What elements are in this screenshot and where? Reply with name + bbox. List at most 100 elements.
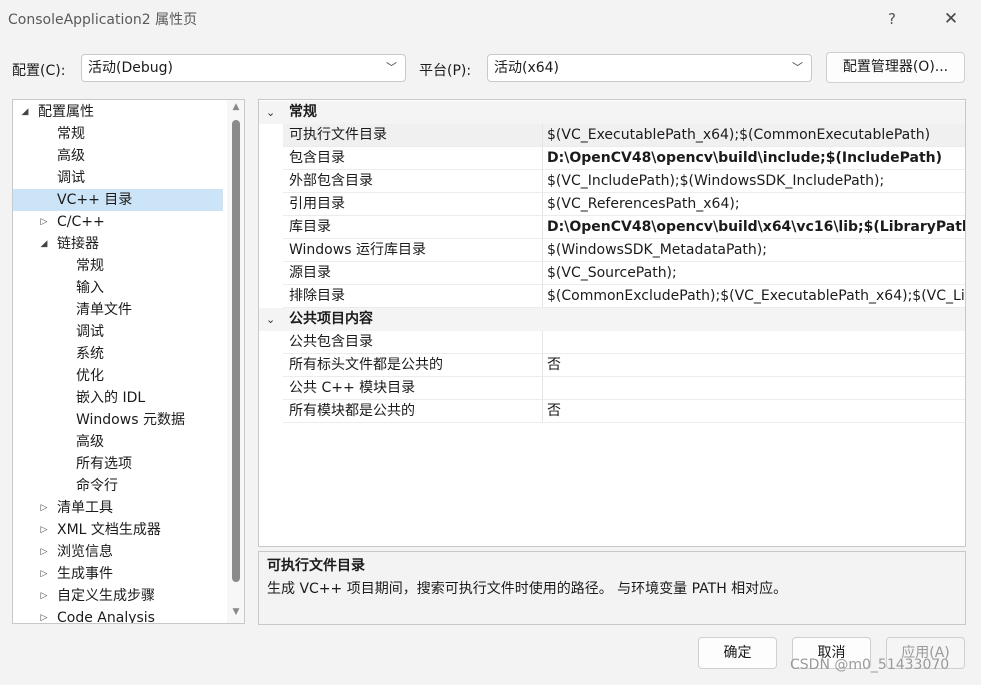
tree-item[interactable]: 高级 — [13, 145, 223, 167]
watermark: CSDN @m0_51433070 — [790, 657, 950, 673]
tree-item[interactable]: 优化 — [13, 365, 223, 387]
collapsed-arrow-icon[interactable]: ▷ — [38, 497, 50, 519]
tree-item-label: 嵌入的 IDL — [76, 390, 146, 406]
scroll-down-icon[interactable]: ▼ — [227, 607, 244, 617]
tree-item-label: 配置属性 — [38, 104, 94, 120]
scroll-thumb[interactable] — [232, 120, 240, 582]
config-manager-button[interactable]: 配置管理器(O)... — [826, 52, 965, 83]
property-value[interactable]: $(VC_ReferencesPath_x64); — [547, 193, 965, 216]
tree-item[interactable]: ▷ C/C++ — [13, 211, 223, 233]
expanded-arrow-icon[interactable]: ◢ — [38, 233, 50, 255]
collapsed-arrow-icon[interactable]: ▷ — [38, 607, 50, 623]
tree-item-label: Code Analysis — [57, 610, 155, 624]
tree-item[interactable]: ◢ 链接器 — [13, 233, 223, 255]
property-value[interactable]: 否 — [547, 354, 965, 377]
window-title: ConsoleApplication2 属性页 — [8, 12, 198, 28]
config-dropdown[interactable]: 活动(Debug) ﹀ — [81, 54, 406, 82]
config-dropdown-value: 活动(Debug) — [88, 60, 173, 76]
platform-dropdown[interactable]: 活动(x64) ﹀ — [487, 54, 812, 82]
property-value[interactable]: $(VC_SourcePath); — [547, 262, 965, 285]
tree-item[interactable]: 输入 — [13, 277, 223, 299]
tree-item[interactable]: 调试 — [13, 167, 223, 189]
grid-row[interactable]: 公共 C++ 模块目录 — [283, 377, 965, 400]
tree-item[interactable]: 清单文件 — [13, 299, 223, 321]
property-value[interactable]: $(VC_IncludePath);$(WindowsSDK_IncludePa… — [547, 170, 965, 193]
scroll-up-icon[interactable]: ▲ — [227, 102, 244, 112]
help-button[interactable]: ? — [878, 6, 906, 32]
grid-row[interactable]: 外部包含目录 $(VC_IncludePath);$(WindowsSDK_Inc… — [283, 170, 965, 193]
grid-row[interactable]: 源目录 $(VC_SourcePath); — [283, 262, 965, 285]
tree-item-label: 清单文件 — [76, 302, 132, 318]
tree-item[interactable]: ▷ 浏览信息 — [13, 541, 223, 563]
collapsed-arrow-icon[interactable]: ▷ — [38, 211, 50, 233]
tree-item-label: 优化 — [76, 368, 104, 384]
collapsed-arrow-icon[interactable]: ▷ — [38, 519, 50, 541]
property-name: 排除目录 — [289, 288, 345, 304]
property-name: 公共包含目录 — [289, 334, 373, 350]
tree-item-label: 系统 — [76, 346, 104, 362]
property-value[interactable]: D:\OpenCV48\opencv\build\x64\vc16\lib;$(… — [547, 216, 965, 239]
column-divider — [542, 400, 543, 422]
tree-scrollbar[interactable]: ▲ ▼ — [227, 100, 244, 623]
tree-item[interactable]: 所有选项 — [13, 453, 223, 475]
tree-item[interactable]: VC++ 目录 — [13, 189, 223, 211]
property-name: 公共 C++ 模块目录 — [289, 380, 416, 396]
grid-row[interactable]: 可执行文件目录 $(VC_ExecutablePath_x64);$(Common… — [283, 124, 965, 147]
tree-item[interactable]: ▷ Code Analysis — [13, 607, 223, 624]
tree-item[interactable]: ▷ 清单工具 — [13, 497, 223, 519]
grid-category-label: 常规 — [289, 104, 317, 120]
tree-item[interactable]: 调试 — [13, 321, 223, 343]
ok-button[interactable]: 确定 — [698, 637, 777, 669]
tree-item[interactable]: 高级 — [13, 431, 223, 453]
grid-category-label: 公共项目内容 — [289, 311, 373, 327]
grid-row[interactable]: 公共包含目录 — [283, 331, 965, 354]
grid-row[interactable]: 库目录 D:\OpenCV48\opencv\build\x64\vc16\lib… — [283, 216, 965, 239]
tree-item[interactable]: 嵌入的 IDL — [13, 387, 223, 409]
column-divider — [542, 124, 543, 146]
column-divider — [542, 262, 543, 284]
tree-item[interactable]: 系统 — [13, 343, 223, 365]
grid-category[interactable]: ⌄ 公共项目内容 — [259, 308, 965, 331]
tree-item[interactable]: 命令行 — [13, 475, 223, 497]
tree-item[interactable]: ▷ 自定义生成步骤 — [13, 585, 223, 607]
collapsed-arrow-icon[interactable]: ▷ — [38, 541, 50, 563]
property-grid[interactable]: ⌄ 常规可执行文件目录 $(VC_ExecutablePath_x64);$(Com… — [258, 99, 966, 547]
description-text: 生成 VC++ 项目期间，搜索可执行文件时使用的路径。 与环境变量 PATH 相… — [267, 581, 788, 597]
grid-category[interactable]: ⌄ 常规 — [259, 101, 965, 124]
property-name: 所有模块都是公共的 — [289, 403, 415, 419]
grid-row[interactable]: 排除目录 $(CommonExcludePath);$(VC_Executable… — [283, 285, 965, 308]
tree-item-label: 所有选项 — [76, 456, 132, 472]
tree-item[interactable]: Windows 元数据 — [13, 409, 223, 431]
property-value[interactable]: D:\OpenCV48\opencv\build\include;$(Inclu… — [547, 147, 965, 170]
tree-item[interactable]: ▷ XML 文档生成器 — [13, 519, 223, 541]
tree-item-label: 生成事件 — [57, 566, 113, 582]
grid-row[interactable]: 包含目录 D:\OpenCV48\opencv\build\include;$(I… — [283, 147, 965, 170]
expanded-arrow-icon[interactable]: ◢ — [19, 101, 31, 123]
grid-row[interactable]: Windows 运行库目录 $(WindowsSDK_MetadataPath); — [283, 239, 965, 262]
property-value[interactable]: $(WindowsSDK_MetadataPath); — [547, 239, 965, 262]
property-name: 库目录 — [289, 219, 331, 235]
grid-row[interactable]: 所有模块都是公共的 否 — [283, 400, 965, 423]
chevron-down-icon[interactable]: ⌄ — [266, 101, 275, 124]
tree-item[interactable]: 常规 — [13, 123, 223, 145]
property-value[interactable]: $(CommonExcludePath);$(VC_ExecutablePath… — [547, 285, 965, 308]
property-value[interactable]: $(VC_ExecutablePath_x64);$(CommonExecuta… — [547, 124, 965, 147]
tree-item[interactable]: ◢ 配置属性 — [13, 101, 223, 123]
tree-item-label: 高级 — [76, 434, 104, 450]
grid-row[interactable]: 引用目录 $(VC_ReferencesPath_x64); — [283, 193, 965, 216]
tree-item[interactable]: 常规 — [13, 255, 223, 277]
column-divider — [542, 285, 543, 307]
tree-item-label: 常规 — [57, 126, 85, 142]
property-name: 引用目录 — [289, 196, 345, 212]
collapsed-arrow-icon[interactable]: ▷ — [38, 563, 50, 585]
property-name: Windows 运行库目录 — [289, 242, 426, 258]
property-tree[interactable]: ◢ 配置属性 常规 高级 调试 VC++ 目录 ▷ C/C++ ◢ 链接器 常规 输入 清单文件 调试 系统… — [12, 99, 245, 624]
property-value[interactable]: 否 — [547, 400, 965, 423]
collapsed-arrow-icon[interactable]: ▷ — [38, 585, 50, 607]
tree-item[interactable]: ▷ 生成事件 — [13, 563, 223, 585]
close-icon[interactable]: ✕ — [934, 6, 968, 32]
tree-item-label: 自定义生成步骤 — [57, 588, 155, 604]
grid-row[interactable]: 所有标头文件都是公共的 否 — [283, 354, 965, 377]
chevron-down-icon[interactable]: ⌄ — [266, 308, 275, 331]
tree-item-label: 输入 — [76, 280, 104, 296]
